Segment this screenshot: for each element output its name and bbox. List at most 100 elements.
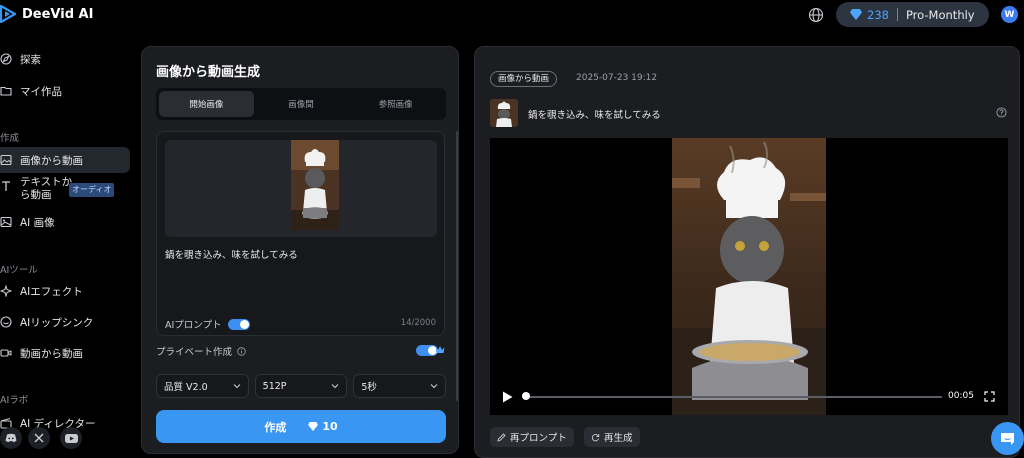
private-row: プライベート作成 [156, 344, 246, 358]
credits-pill[interactable]: 238 Pro-Monthly [836, 2, 989, 27]
reprompt-label: 再プロンプト [510, 433, 567, 444]
sidebar-item-label: マイ作品 [20, 85, 62, 98]
create-label: 作成 [264, 420, 287, 434]
timestamp: 2025-07-23 19:12 [576, 73, 658, 83]
sidebar-item-explore[interactable]: 探索 [0, 46, 130, 72]
sidebar-item-ai-lipsync[interactable]: AIリップシンク [0, 309, 130, 335]
duration-select[interactable]: 5秒 [353, 374, 447, 398]
video-time: 00:05 [948, 391, 974, 401]
pencil-icon [497, 432, 506, 442]
seek-bar[interactable] [524, 396, 942, 398]
video-player[interactable]: 00:05 [490, 138, 1008, 415]
resolution-value: 512P [262, 380, 287, 392]
duration-value: 5秒 [361, 382, 377, 393]
sidebar: 探索 マイ作品 作成 画像から動画 テキストか ら動画 AI 画像 AIツール [0, 40, 132, 458]
sidebar-item-ai-effects[interactable]: AIエフェクト [0, 278, 130, 304]
text-icon [2, 181, 10, 191]
sidebar-item-label: テキストか [20, 176, 73, 188]
panel-title: 画像から動画生成 [156, 65, 261, 80]
quality-value: 品質 V2.0 [164, 382, 208, 393]
sidebar-item-label: 画像から動画 [20, 154, 83, 167]
discord-glyph [5, 433, 17, 443]
section-tools-label: AIツール [0, 265, 38, 276]
image-dropzone[interactable] [165, 140, 437, 237]
chevron-down-icon [331, 384, 339, 389]
youtube-icon[interactable] [60, 427, 82, 449]
chevron-down-icon [430, 384, 438, 389]
chevron-down-icon [233, 384, 241, 389]
tab-image-to-image[interactable]: 画像間 [254, 91, 349, 117]
logo-icon [0, 5, 16, 23]
sidebar-item-my-works[interactable]: マイ作品 [0, 78, 130, 104]
sidebar-item-label: AI ディレクター [20, 417, 96, 430]
mode-tabs: 開始画像 画像間 参照画像 [156, 88, 446, 120]
sidebar-item-video-to-video[interactable]: 動画から動画 [0, 340, 130, 366]
result-panel: 画像から動画 2025-07-23 19:12 鍋を覗き込み、味を試してみる 0… [474, 46, 1020, 458]
credit-count: 238 [867, 7, 889, 22]
create-cost: 10 [322, 420, 338, 433]
section-lab-label: AIラボ [0, 395, 29, 406]
generator-panel: 画像から動画生成 開始画像 画像間 参照画像 鍋を覗き込み、味を試してみる AI… [141, 46, 459, 454]
upload-area[interactable]: 鍋を覗き込み、味を試してみる AIプロンプト 14/2000 [156, 131, 445, 336]
video-controls: 00:05 [490, 387, 1008, 407]
divider [896, 8, 898, 21]
globe-icon[interactable] [808, 7, 824, 23]
image-icon [0, 154, 12, 166]
lipsync-icon [0, 316, 12, 328]
ai-prompt-toggle[interactable] [227, 318, 250, 330]
sidebar-item-image-to-video[interactable]: 画像から動画 [0, 147, 130, 173]
regenerate-button[interactable]: 再生成 [584, 427, 640, 447]
fullscreen-icon[interactable] [984, 391, 995, 402]
play-icon[interactable] [502, 391, 513, 403]
sidebar-item-label: AIエフェクト [20, 285, 83, 298]
chat-support-button[interactable] [991, 422, 1024, 455]
refresh-icon [591, 433, 600, 441]
regenerate-label: 再生成 [604, 433, 633, 444]
sidebar-item-label: 動画から動画 [20, 347, 83, 360]
effect-icon [0, 285, 12, 297]
youtube-glyph [64, 433, 78, 443]
image-icon [0, 216, 12, 228]
tab-reference-image[interactable]: 参照画像 [348, 91, 443, 117]
sidebar-item-ai-image[interactable]: AI 画像 [0, 209, 130, 235]
sidebar-item-label: ら動画 [20, 189, 52, 201]
diamond-icon [850, 9, 862, 20]
reprompt-button[interactable]: 再プロンプト [490, 427, 574, 447]
crown-icon [435, 346, 445, 353]
uploaded-image-thumbnail[interactable] [291, 140, 339, 230]
quality-select[interactable]: 品質 V2.0 [156, 374, 249, 398]
compass-icon [0, 53, 12, 65]
private-label: プライベート作成 [156, 347, 233, 358]
help-icon[interactable] [996, 107, 1007, 118]
scrollbar[interactable] [456, 131, 458, 401]
discord-icon[interactable] [0, 427, 22, 449]
sidebar-item-label: 探索 [20, 53, 41, 66]
mode-tag: 画像から動画 [490, 71, 558, 87]
section-create-label: 作成 [0, 133, 20, 144]
ai-prompt-label: AIプロンプト [165, 320, 222, 331]
result-thumbnail[interactable] [490, 99, 518, 127]
result-prompt: 鍋を覗き込み、味を試してみる [528, 110, 661, 121]
char-count: 14/2000 [400, 318, 436, 328]
ai-prompt-row: AIプロンプト [165, 317, 250, 331]
avatar[interactable]: W [1001, 6, 1018, 23]
app-name: DeeVid AI [22, 6, 94, 22]
options-row: 品質 V2.0 512P 5秒 [156, 374, 447, 398]
resolution-select[interactable]: 512P [254, 374, 348, 398]
info-icon[interactable] [237, 346, 246, 356]
diamond-icon [308, 422, 319, 431]
x-icon[interactable] [28, 427, 50, 449]
create-button[interactable]: 作成 10 [156, 410, 446, 443]
sidebar-item-label: AI 画像 [20, 216, 55, 229]
tab-start-image[interactable]: 開始画像 [159, 91, 254, 117]
folder-icon [0, 86, 12, 96]
chat-icon [1001, 432, 1014, 445]
seek-handle[interactable] [522, 392, 530, 400]
video-frame [672, 138, 826, 415]
audio-badge: オーディオ [69, 183, 115, 197]
prompt-textarea[interactable]: 鍋を覗き込み、味を試してみる [165, 247, 298, 261]
video-icon [0, 349, 12, 357]
sidebar-item-label: AIリップシンク [20, 316, 94, 329]
logo[interactable]: DeeVid AI [0, 5, 93, 23]
top-bar: DeeVid AI 238 Pro-Monthly W [0, 0, 1024, 30]
